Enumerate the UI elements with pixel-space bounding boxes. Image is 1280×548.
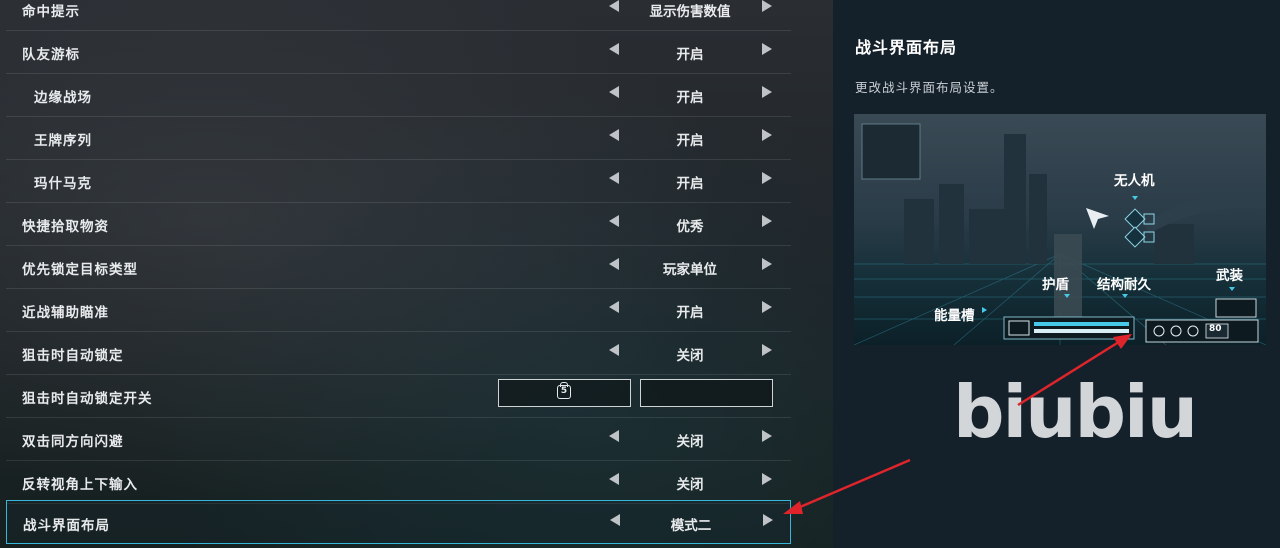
setting-row-sniper-auto-lock[interactable]: 狙击时自动锁定 关闭 <box>6 331 791 375</box>
hud-layout-preview: 无人机 武装 护盾 结构耐久 能量槽 80 <box>854 114 1266 345</box>
arrow-left-icon[interactable] <box>609 129 619 141</box>
preview-scene <box>854 123 1266 345</box>
setting-row-quick-pickup[interactable]: 快捷拾取物资 优秀 <box>6 202 791 246</box>
watermark: biubiu <box>953 370 1198 454</box>
arrow-right-icon[interactable] <box>762 129 772 141</box>
preview-label-shield: 护盾 <box>1042 277 1069 293</box>
setting-row-lock-priority[interactable]: 优先锁定目标类型 玩家单位 <box>6 245 791 289</box>
setting-value: 显示伤害数值 <box>649 4 731 20</box>
arrow-right-icon[interactable] <box>762 430 772 442</box>
arrow-left-icon[interactable] <box>609 43 619 55</box>
setting-value: 开启 <box>676 90 704 106</box>
setting-row-sniper-auto-lock-key: 狙击时自动锁定开关 5 <box>6 374 791 418</box>
arrow-right-icon[interactable] <box>762 172 772 184</box>
arrow-right-icon[interactable] <box>762 86 772 98</box>
setting-value: 关闭 <box>676 477 704 493</box>
setting-label: 狙击时自动锁定开关 <box>22 391 153 407</box>
setting-row-invert-vertical[interactable]: 反转视角上下输入 关闭 <box>6 460 791 504</box>
arrow-left-icon[interactable] <box>610 514 620 526</box>
arrow-left-icon[interactable] <box>609 430 619 442</box>
setting-value: 玩家单位 <box>663 262 717 278</box>
arrow-left-icon[interactable] <box>609 473 619 485</box>
setting-value: 开启 <box>676 176 704 192</box>
setting-label: 王牌序列 <box>34 133 92 149</box>
arrow-right-icon[interactable] <box>762 43 772 55</box>
setting-label: 狙击时自动锁定 <box>22 348 124 364</box>
setting-label: 优先锁定目标类型 <box>22 262 138 278</box>
arrow-left-icon[interactable] <box>609 172 619 184</box>
setting-label: 边缘战场 <box>34 90 92 106</box>
setting-label: 战斗界面布局 <box>23 518 110 534</box>
setting-value: 开启 <box>676 133 704 149</box>
setting-label: 快捷拾取物资 <box>22 219 109 235</box>
detail-panel: 战斗界面布局 更改战斗界面布局设置。 无人机 武装 护盾 结构耐久 能量槽 80… <box>833 0 1280 548</box>
setting-value: 模式二 <box>670 518 712 534</box>
setting-value: 关闭 <box>676 348 704 364</box>
setting-value: 关闭 <box>676 434 704 450</box>
arrow-left-icon[interactable] <box>609 215 619 227</box>
arrow-right-icon[interactable] <box>762 215 772 227</box>
keybind-primary[interactable]: 5 <box>498 379 631 407</box>
setting-row-combat-hud-layout[interactable]: 战斗界面布局 模式二 <box>6 500 791 544</box>
preview-label-armament: 武装 <box>1216 268 1243 284</box>
keyboard-key-icon: 5 <box>557 382 571 399</box>
preview-ammo-count: 80 <box>1209 324 1222 334</box>
armament-panel <box>1145 298 1259 343</box>
setting-label: 反转视角上下输入 <box>22 477 138 493</box>
setting-row-hit-indicator[interactable]: 命中提示 显示伤害数值 <box>6 0 791 31</box>
crosshair-icon <box>1086 208 1109 229</box>
arrow-left-icon[interactable] <box>609 344 619 356</box>
arrow-left-icon[interactable] <box>609 258 619 270</box>
preview-label-hull: 结构耐久 <box>1097 277 1151 293</box>
setting-value: 开启 <box>676 47 704 63</box>
arrow-left-icon[interactable] <box>609 301 619 313</box>
detail-title: 战斗界面布局 <box>855 38 958 57</box>
arrow-right-icon[interactable] <box>762 344 772 356</box>
arrow-right-icon[interactable] <box>763 514 773 526</box>
arrow-right-icon[interactable] <box>762 258 772 270</box>
settings-panel: 命中提示 显示伤害数值 队友游标 开启 边缘战场 开启 王牌序列 开启 玛什马克 <box>0 0 833 548</box>
setting-label: 玛什马克 <box>34 176 92 192</box>
setting-value: 开启 <box>676 305 704 321</box>
keybind-secondary[interactable] <box>640 379 773 407</box>
arrow-left-icon[interactable] <box>609 86 619 98</box>
setting-label: 双击同方向闪避 <box>22 434 124 450</box>
arrow-left-icon[interactable] <box>609 0 619 12</box>
setting-row-melee-aim-assist[interactable]: 近战辅助瞄准 开启 <box>6 288 791 332</box>
setting-row-mashmak[interactable]: 玛什马克 开启 <box>6 159 791 203</box>
minimap <box>861 123 921 180</box>
arrow-right-icon[interactable] <box>762 301 772 313</box>
setting-row-ace-sequence[interactable]: 王牌序列 开启 <box>6 116 791 160</box>
arrow-right-icon[interactable] <box>762 0 772 12</box>
setting-row-teammate-cursor[interactable]: 队友游标 开启 <box>6 30 791 74</box>
setting-row-edge-battlefield[interactable]: 边缘战场 开启 <box>6 73 791 117</box>
setting-value: 优秀 <box>676 219 704 235</box>
setting-label: 队友游标 <box>22 47 80 63</box>
setting-label: 近战辅助瞄准 <box>22 305 109 321</box>
setting-label: 命中提示 <box>22 4 80 20</box>
preview-label-energy: 能量槽 <box>934 308 975 324</box>
arrow-right-icon[interactable] <box>762 473 772 485</box>
preview-label-drone: 无人机 <box>1114 173 1155 189</box>
energy-hull-bar <box>1003 316 1135 340</box>
setting-row-double-tap-dodge[interactable]: 双击同方向闪避 关闭 <box>6 417 791 461</box>
detail-description: 更改战斗界面布局设置。 <box>855 80 1004 95</box>
